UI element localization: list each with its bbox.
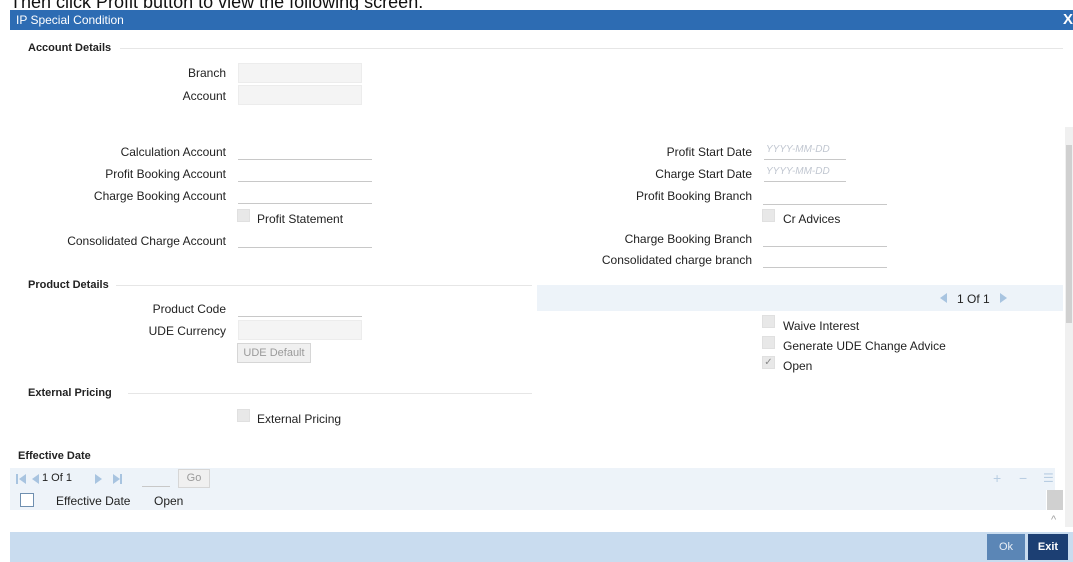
branch-label: Branch <box>187 66 226 80</box>
account-label: Account <box>182 89 226 103</box>
branch-field <box>238 63 362 83</box>
delete-row-icon[interactable]: − <box>1019 471 1027 485</box>
ude-currency-field <box>238 320 362 340</box>
external-pricing-label: External Pricing <box>257 412 342 426</box>
calculation-account-label: Calculation Account <box>120 145 226 159</box>
effective-date-pager-text: 1 Of 1 <box>42 472 72 484</box>
dialog-title: IP Special Condition <box>16 13 124 27</box>
profit-booking-account-label: Profit Booking Account <box>105 167 226 181</box>
ude-currency-label: UDE Currency <box>148 324 226 338</box>
account-field <box>238 85 362 105</box>
external-pricing-rule <box>128 393 532 394</box>
add-row-icon[interactable]: + <box>993 471 1001 485</box>
ok-button[interactable]: Ok <box>987 534 1025 560</box>
previous-icon[interactable] <box>940 293 947 303</box>
effective-date-title: Effective Date <box>18 450 91 462</box>
waive-interest-checkbox[interactable] <box>762 315 775 328</box>
calculation-account-input[interactable] <box>238 141 372 160</box>
product-details-title: Product Details <box>28 279 109 291</box>
exit-button[interactable]: Exit <box>1028 534 1068 560</box>
product-pager-text: 1 Of 1 <box>957 292 990 306</box>
last-page-icon[interactable] <box>113 474 120 484</box>
cr-advices-checkbox[interactable] <box>762 209 775 222</box>
product-code-label: Product Code <box>152 302 226 316</box>
cr-advices-label: Cr Advices <box>783 212 841 226</box>
first-page-icon[interactable] <box>19 474 26 484</box>
external-pricing-checkbox[interactable] <box>237 409 250 422</box>
close-icon[interactable]: X <box>1063 11 1073 28</box>
product-code-input[interactable] <box>238 298 362 317</box>
generate-ude-label: Generate UDE Change Advice <box>783 339 946 353</box>
account-details-title: Account Details <box>28 42 112 54</box>
go-button[interactable]: Go <box>178 469 210 488</box>
waive-interest-label: Waive Interest <box>783 319 860 333</box>
consolidated-charge-account-label: Consolidated Charge Account <box>67 234 226 248</box>
charge-booking-branch-label: Charge Booking Branch <box>624 232 752 246</box>
next-icon[interactable] <box>1000 293 1007 303</box>
profit-start-date-input[interactable]: YYYY-MM-DD <box>764 141 846 160</box>
consolidated-charge-branch-input[interactable] <box>763 249 887 268</box>
profit-booking-branch-input[interactable] <box>763 186 887 205</box>
dialog-body: Account Details Branch Account Calculati… <box>10 30 1073 562</box>
dialog-footer: Ok Exit <box>10 532 1073 562</box>
open-label: Open <box>783 359 813 373</box>
vertical-scrollbar[interactable] <box>1065 127 1073 527</box>
profit-booking-account-input[interactable] <box>238 163 372 182</box>
charge-start-date-label: Charge Start Date <box>655 167 752 181</box>
consolidated-charge-branch-label: Consolidated charge branch <box>601 253 752 267</box>
consolidated-charge-account-input[interactable] <box>238 229 372 248</box>
external-pricing-title: External Pricing <box>28 387 112 399</box>
profit-booking-branch-label: Profit Booking Branch <box>635 189 752 203</box>
product-details-rule <box>116 285 532 286</box>
open-checkbox[interactable]: ✓ <box>762 356 775 369</box>
scroll-up-icon[interactable]: ^ <box>1051 514 1056 526</box>
grid-scrollbar-thumb[interactable] <box>1047 490 1063 510</box>
select-all-checkbox[interactable] <box>20 493 34 507</box>
last-page-bar <box>120 474 122 484</box>
generate-ude-checkbox[interactable] <box>762 336 775 349</box>
charge-start-date-input[interactable]: YYYY-MM-DD <box>764 163 846 182</box>
dialog-titlebar: IP Special Condition X <box>10 10 1073 30</box>
account-details-rule <box>120 48 1063 49</box>
view-list-icon[interactable]: ☰ <box>1043 471 1054 485</box>
profit-statement-checkbox[interactable] <box>237 209 250 222</box>
previous-page-icon[interactable] <box>32 474 39 484</box>
column-effective-date: Effective Date <box>56 494 131 508</box>
charge-booking-account-input[interactable] <box>238 185 372 204</box>
charge-booking-branch-input[interactable] <box>763 228 887 247</box>
next-page-icon[interactable] <box>95 474 102 484</box>
column-open: Open <box>154 494 184 508</box>
scrollbar-thumb[interactable] <box>1066 145 1072 323</box>
first-page-bar <box>16 474 18 484</box>
charge-booking-account-label: Charge Booking Account <box>93 189 226 203</box>
profit-start-date-label: Profit Start Date <box>666 145 752 159</box>
page-number-input[interactable] <box>142 470 170 487</box>
ude-default-button[interactable]: UDE Default <box>237 343 311 363</box>
profit-statement-label: Profit Statement <box>257 212 344 226</box>
